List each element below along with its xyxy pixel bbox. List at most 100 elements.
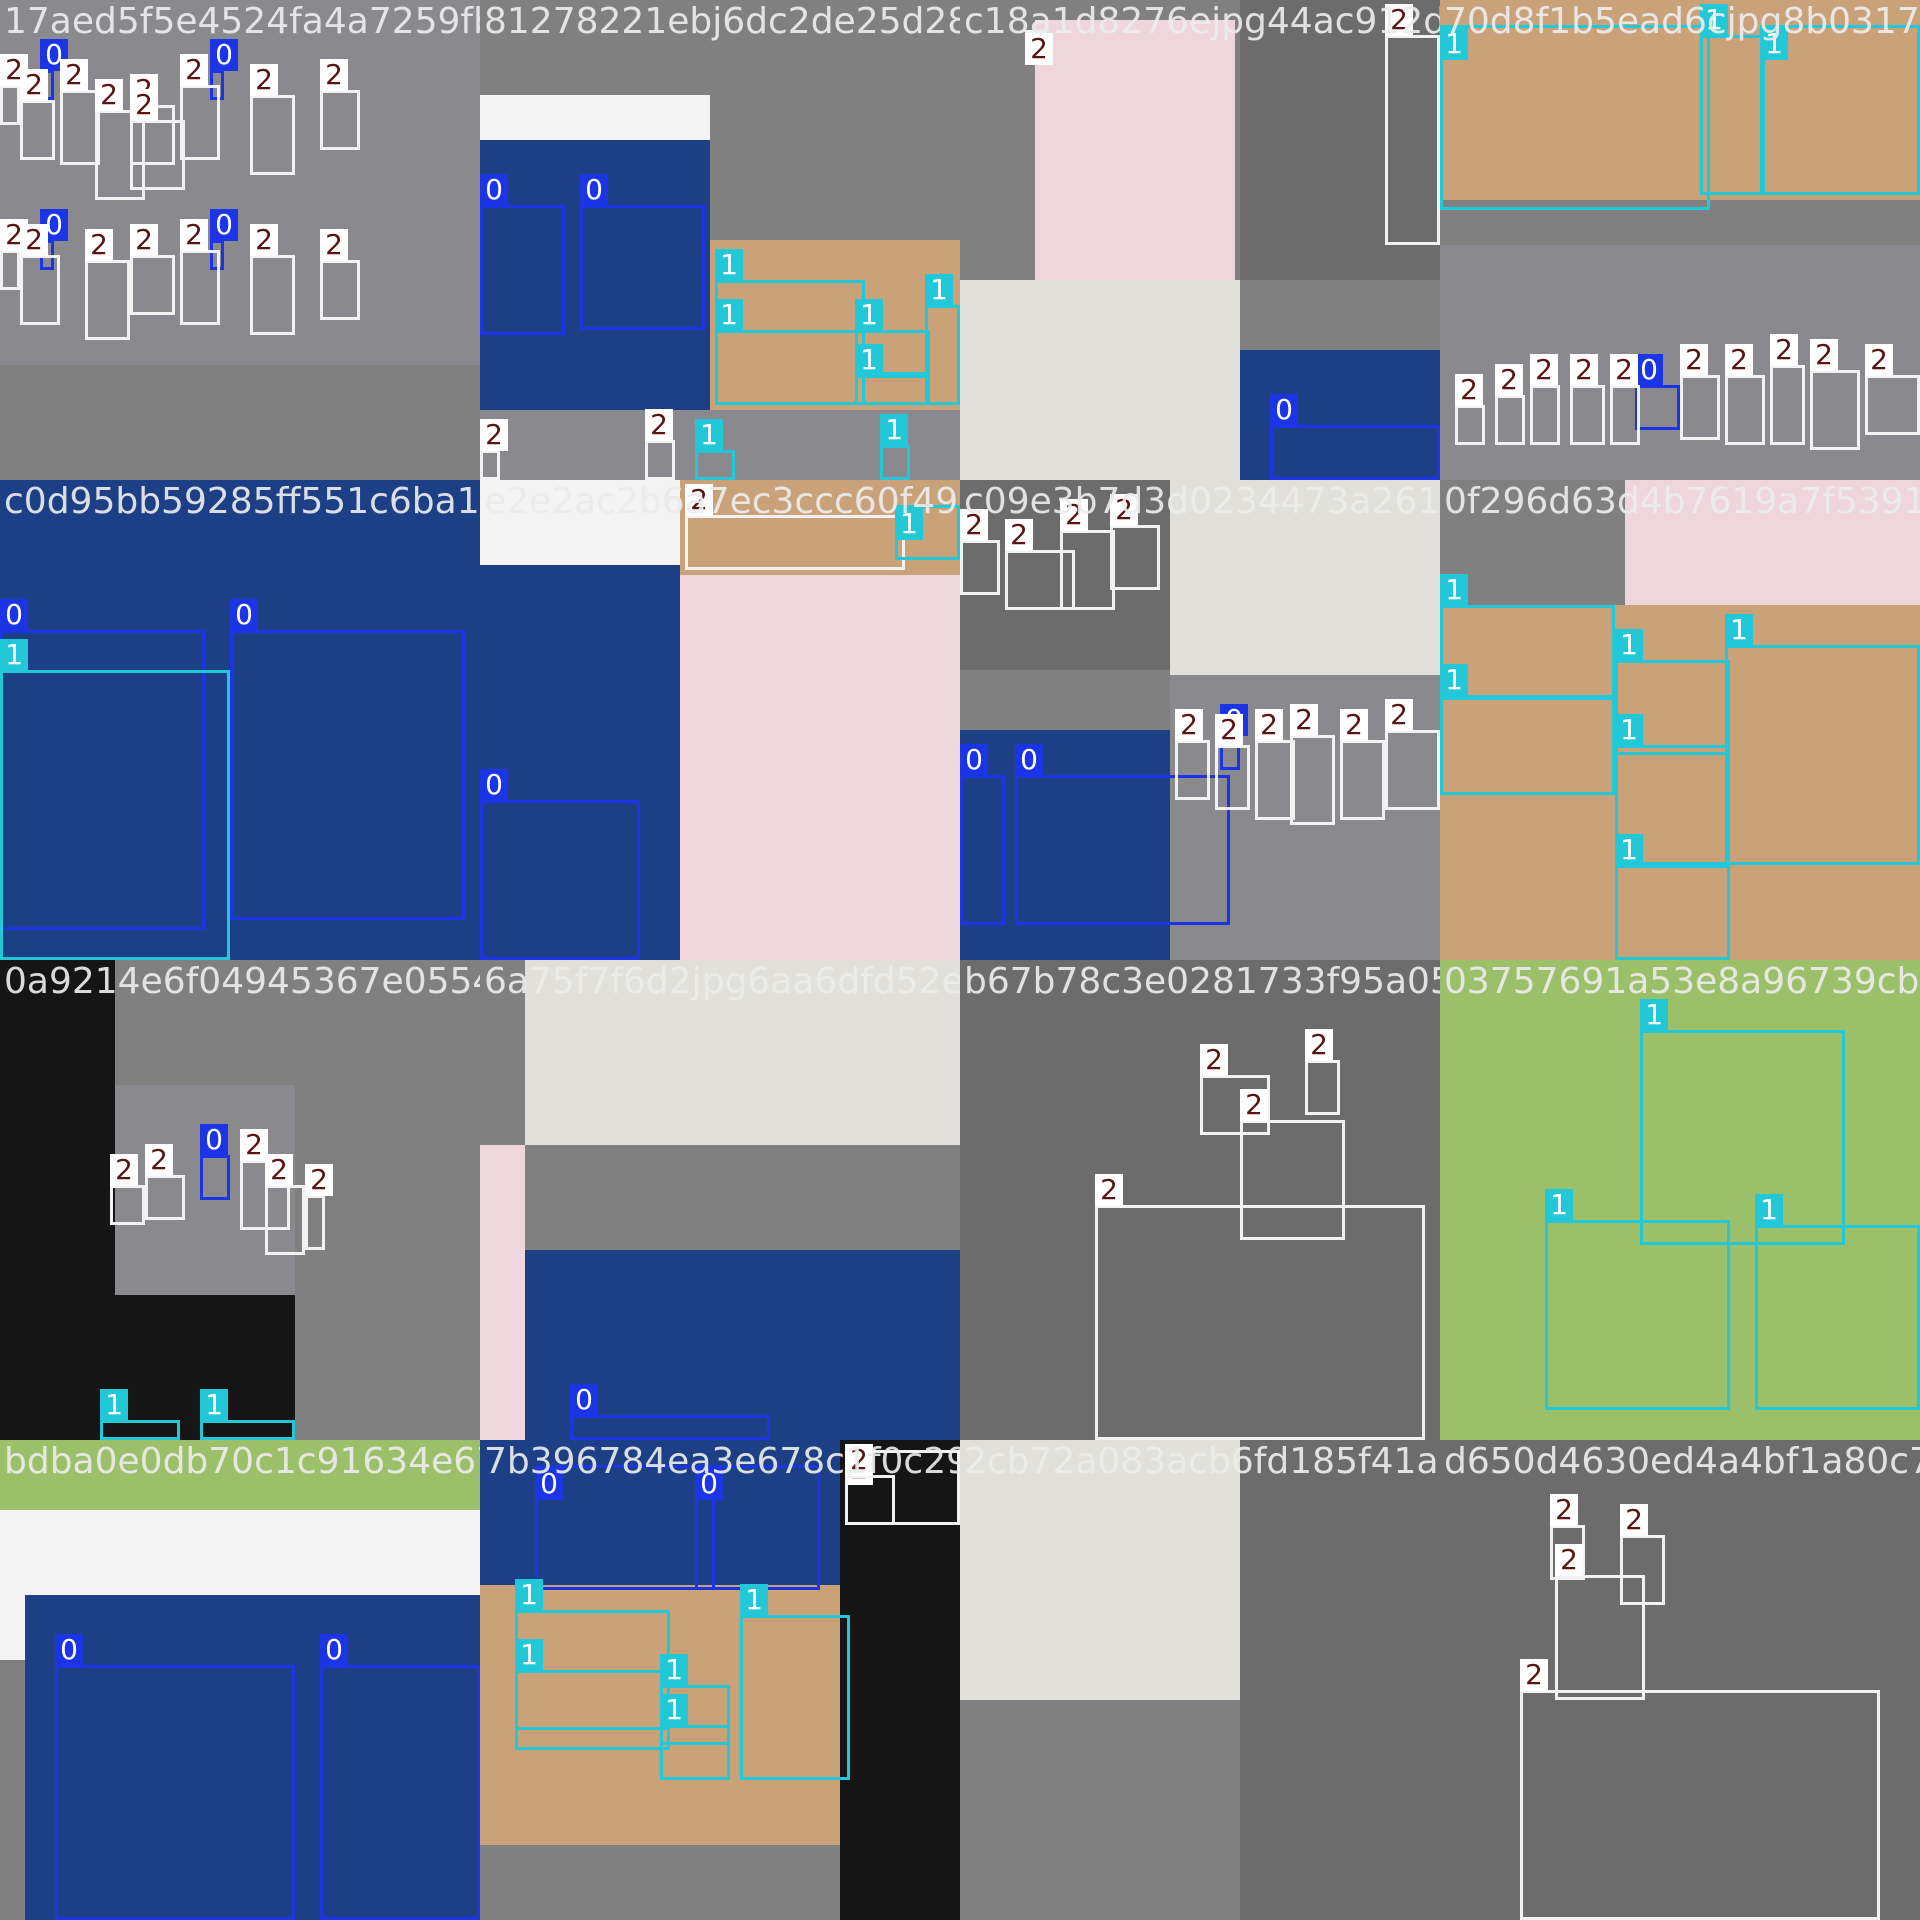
bbox-class-label: 2 xyxy=(180,54,208,86)
bounding-box-class-2: 2 xyxy=(1495,364,1525,445)
bounding-box-class-0: 0 xyxy=(320,1634,480,1920)
bounding-box-class-1: 1 xyxy=(1440,664,1615,795)
bounding-box-class-2: 2 xyxy=(645,409,675,480)
bbox-class-label: 1 xyxy=(515,1639,543,1671)
bbox-class-label: 2 xyxy=(320,59,348,91)
bounding-box-class-1: 1 xyxy=(0,639,230,960)
bounding-box-class-2: 2 xyxy=(320,229,360,320)
bbox-class-label: 2 xyxy=(1620,1504,1648,1536)
bbox-class-label: 1 xyxy=(200,1389,228,1421)
bbox-class-label: 1 xyxy=(515,1579,543,1611)
bbox-class-label: 1 xyxy=(880,414,908,446)
bounding-box-class-2: 2 xyxy=(1770,334,1805,445)
bbox-class-label: 2 xyxy=(1455,374,1483,406)
bbox-class-label: 2 xyxy=(85,229,113,261)
bbox-class-label: 1 xyxy=(855,344,883,376)
bounding-box-class-2: 2 xyxy=(320,59,360,150)
tile-filename: d650d4630ed4a4bf1a80c75.jpg xyxy=(1444,1441,1920,1482)
tile-filename: e2e2ac2b6a7ec3ccc60f4994f1c.jpg xyxy=(484,481,960,522)
tile-filename: 81278221ebj6dc2de25d28049d8a.jpg xyxy=(484,1,960,42)
bbox-class-label: 1 xyxy=(1615,834,1643,866)
bbox-class-label: 2 xyxy=(1550,1494,1578,1526)
tile-filename: 03757691a53e8a96739cb74b.jpg xyxy=(1444,961,1920,1002)
bbox-class-label: 0 xyxy=(1015,744,1043,776)
bounding-box-class-1: 1 xyxy=(1640,999,1845,1245)
bounding-box-class-2: 2 xyxy=(1340,709,1385,820)
bbox-class-label: 1 xyxy=(695,419,723,451)
bbox-class-label: 2 xyxy=(20,224,48,256)
bbox-class-label: 1 xyxy=(715,299,743,331)
bounding-box-class-2: 2 xyxy=(685,484,905,570)
bbox-class-label: 2 xyxy=(240,1129,268,1161)
bounding-box-class-0: 0 xyxy=(480,174,565,335)
bbox-class-label: 2 xyxy=(110,1154,138,1186)
bounding-box-class-2: 2 xyxy=(1385,699,1440,810)
bbox-class-label: 1 xyxy=(660,1654,688,1686)
tile-filename: c18a1d8276ejpg44ac912df55.jpg xyxy=(964,1,1440,42)
bounding-box-class-1: 1 xyxy=(715,299,865,405)
bbox-class-label: 1 xyxy=(0,639,28,671)
bounding-box-class-2: 2 xyxy=(130,89,185,190)
bounding-box-class-2: 2 xyxy=(1530,354,1560,445)
bbox-class-label: 2 xyxy=(1200,1044,1228,1076)
bbox-class-label: 1 xyxy=(1755,1194,1783,1226)
bbox-class-label: 0 xyxy=(210,39,238,71)
bbox-class-label: 0 xyxy=(570,1384,598,1416)
bounding-box-class-1: 1 xyxy=(660,1694,730,1780)
bbox-class-label: 1 xyxy=(855,299,883,331)
bbox-class-label: 1 xyxy=(715,249,743,281)
bbox-class-label: 1 xyxy=(1640,999,1668,1031)
mosaic-photo-blackbg xyxy=(0,960,115,1440)
bbox-class-label: 0 xyxy=(55,1634,83,1666)
bbox-class-label: 1 xyxy=(1440,664,1468,696)
bbox-class-label: 0 xyxy=(200,1124,228,1156)
mosaic-photo-pink xyxy=(480,1145,525,1440)
bbox-class-label: 1 xyxy=(1615,714,1643,746)
mosaic-tile: 0 0 1 c0d95bb59285ff551c6ba1658e3b5b6b.jpg xyxy=(0,480,480,960)
bounding-box-class-2: 2 xyxy=(60,59,100,165)
bounding-box-class-2: 2 xyxy=(0,54,28,125)
bounding-box-class-2: 2 xyxy=(1095,1174,1425,1440)
mosaic-tile: 0011111221181278221ebj6dc2de25d28049d8a.… xyxy=(480,0,960,480)
tile-filename: c09e3b7d3d0234473a261b3bad2bad8b.jpg xyxy=(964,481,1440,522)
bbox-class-label: 1 xyxy=(740,1584,768,1616)
tile-filename: bdba0e0db70c1c91634e67a6.jpg xyxy=(4,1441,480,1482)
bbox-class-label: 0 xyxy=(0,599,28,631)
bbox-class-label: 1 xyxy=(660,1694,688,1726)
mosaic-photo-grey xyxy=(960,1700,1240,1920)
bbox-class-label: 2 xyxy=(1240,1089,1268,1121)
mosaic-tile: 0022111117b396784ea3e678c1f0c29b12.jpg xyxy=(480,1440,960,1920)
bounding-box-class-1: 1 xyxy=(100,1389,180,1440)
mosaic-tile: 11103757691a53e8a96739cb74b.jpg xyxy=(1440,960,1920,1440)
bbox-class-label: 2 xyxy=(1865,344,1893,376)
bbox-class-label: 2 xyxy=(1680,344,1708,376)
bbox-class-label: 2 xyxy=(320,229,348,261)
mosaic-tile: 202c18a1d8276ejpg44ac912df55.jpg xyxy=(960,0,1440,480)
bounding-box-class-0: 0 xyxy=(55,1634,295,1920)
bbox-class-label: 1 xyxy=(100,1389,128,1421)
bounding-box-class-2: 2 xyxy=(110,1154,145,1225)
bounding-box-class-2: 2 xyxy=(180,219,220,325)
bounding-box-class-1: 1 xyxy=(1700,4,1765,195)
bbox-class-label: 2 xyxy=(20,69,48,101)
bbox-class-label: 0 xyxy=(1635,354,1663,386)
bounding-box-class-2: 2 xyxy=(1290,704,1335,825)
bounding-box-class-2: 2 xyxy=(265,1154,305,1255)
bounding-box-class-1: 1 xyxy=(1615,834,1730,960)
bounding-box-class-2: 2 xyxy=(305,1164,333,1250)
bbox-class-label: 0 xyxy=(480,769,508,801)
bounding-box-class-2: 2 xyxy=(1175,709,1210,800)
bbox-class-label: 2 xyxy=(250,64,278,96)
bounding-box-class-1: 1 xyxy=(925,274,960,405)
bounding-box-class-0: 0 xyxy=(480,769,640,960)
bbox-class-label: 0 xyxy=(580,174,608,206)
bounding-box-class-0: 0 xyxy=(1635,354,1680,430)
bbox-class-label: 0 xyxy=(960,744,988,776)
mosaic-tile: 0222222022202222022217aed5f5e4524fa4a725… xyxy=(0,0,480,480)
bbox-class-label: 2 xyxy=(1340,709,1368,741)
bbox-class-label: 1 xyxy=(1440,574,1468,606)
tile-filename: 0a9214e6f04945367e0554411bf6b7fa5.jpg xyxy=(4,961,480,1002)
bounding-box-class-1: 1 xyxy=(515,1639,670,1750)
bounding-box-class-2: 2 xyxy=(1060,499,1115,610)
bbox-class-label: 2 xyxy=(130,89,158,121)
